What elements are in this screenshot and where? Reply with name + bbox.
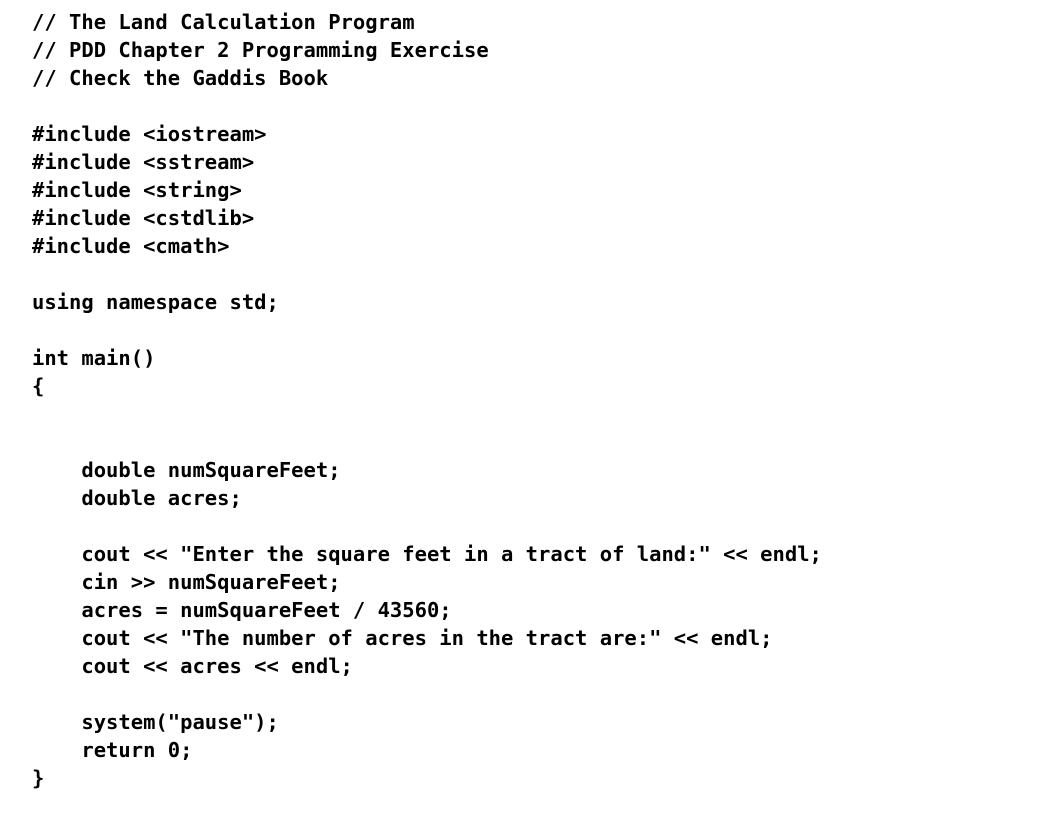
code-line: int main() xyxy=(32,346,156,370)
code-line: cout << "The number of acres in the trac… xyxy=(32,626,773,650)
code-line: // Check the Gaddis Book xyxy=(32,66,329,90)
code-line-blank xyxy=(32,680,822,708)
code-line-blank xyxy=(32,260,822,288)
code-line: double numSquareFeet; xyxy=(32,458,341,482)
code-line: #include <sstream> xyxy=(32,150,255,174)
code-line: using namespace std; xyxy=(32,290,279,314)
code-line-blank xyxy=(32,92,822,120)
code-line-blank xyxy=(32,512,822,540)
code-line: acres = numSquareFeet / 43560; xyxy=(32,598,452,622)
code-line-blank xyxy=(32,400,822,428)
code-line: #include <cstdlib> xyxy=(32,206,255,230)
code-line-blank xyxy=(32,428,822,456)
code-line: #include <cmath> xyxy=(32,234,230,258)
code-line: // The Land Calculation Program xyxy=(32,10,415,34)
code-line: #include <iostream> xyxy=(32,122,267,146)
code-line: cout << "Enter the square feet in a trac… xyxy=(32,542,822,566)
code-line: cin >> numSquareFeet; xyxy=(32,570,341,594)
code-line: #include <string> xyxy=(32,178,242,202)
code-line: double acres; xyxy=(32,486,242,510)
code-listing: // The Land Calculation Program // PDD Ch… xyxy=(32,8,822,792)
code-line: } xyxy=(32,766,45,790)
code-line: cout << acres << endl; xyxy=(32,654,353,678)
code-line-blank xyxy=(32,316,822,344)
code-line: // PDD Chapter 2 Programming Exercise xyxy=(32,38,489,62)
code-line: system("pause"); xyxy=(32,710,279,734)
code-line: { xyxy=(32,374,45,398)
code-line: return 0; xyxy=(32,738,193,762)
